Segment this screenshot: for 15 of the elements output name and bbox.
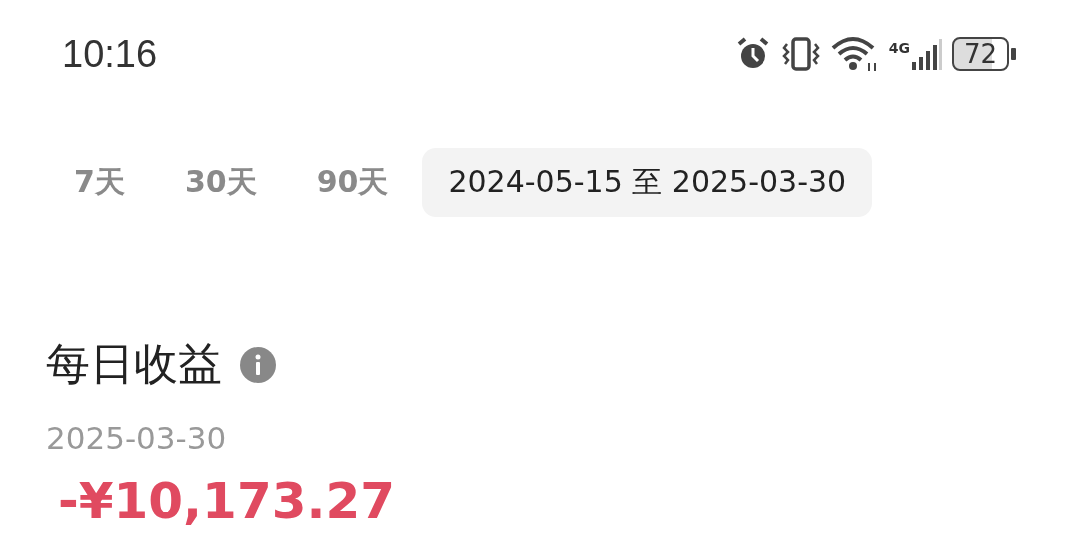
range-tab[interactable]: 90天 — [290, 148, 415, 217]
date-label: 2025-03-30 — [45, 419, 228, 456]
info-icon[interactable] — [240, 346, 276, 383]
status-time: 10:16 — [62, 32, 158, 76]
network-label: 4G — [888, 40, 910, 56]
range-tab[interactable]: 30天 — [158, 148, 283, 217]
signal-icon — [911, 36, 942, 72]
battery-level: 72 — [951, 37, 1009, 71]
range-tab[interactable]: 7天 — [48, 148, 151, 217]
amount-value: -¥10,173.27 — [57, 471, 397, 530]
range-tab[interactable]: 2024-05-15 至 2025-03-30 — [422, 148, 873, 217]
vibrate-icon — [780, 36, 821, 72]
section-title: 每日收益 — [46, 337, 222, 391]
wifi-icon — [830, 36, 879, 72]
battery-tip-icon — [1011, 48, 1016, 60]
